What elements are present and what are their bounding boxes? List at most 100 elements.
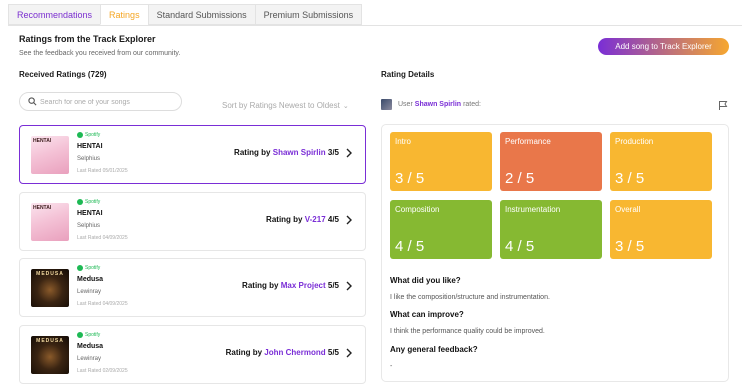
song-title: Medusa [77,343,104,350]
page-subtitle: See the feedback you received from our c… [19,50,181,57]
chevron-right-icon[interactable] [345,147,353,159]
rater-name[interactable]: Shawn Spirlin [273,148,326,157]
avatar [381,98,392,110]
artist-name: Selphius [77,156,101,162]
last-rated-date: Last Rated 04/09/2025 [77,235,128,241]
tile-score: 3 / 5 [615,170,645,187]
rater-name[interactable]: John Chermond [264,348,325,357]
score-tile-intro: Intro 3 / 5 [390,132,492,191]
tab-premium-submissions[interactable]: Premium Submissions [254,4,363,25]
rating-card[interactable]: MEDUSA Spotify Medusa Lewinray Last Rated 04… [19,258,366,317]
platform-label: Spotify [85,265,101,271]
rating-score: 5/5 [327,281,339,290]
sort-dropdown[interactable]: Sort by Ratings Newest to Oldest ⌄ [222,101,349,110]
search-input[interactable] [40,96,176,108]
rating-score: 3/5 [327,148,339,157]
question-like: What did you like? [390,276,461,285]
chevron-right-icon[interactable] [345,280,353,292]
last-rated-date: Last Rated 02/09/2025 [77,368,128,374]
answer-improve: I think the performance quality could be… [390,328,545,335]
tab-divider [8,25,742,26]
rating-summary: Rating by Max Project 5/5 [242,281,339,290]
album-art-text: HENTAI [33,138,52,144]
chevron-right-icon[interactable] [345,347,353,359]
rating-card[interactable]: MEDUSA Spotify Medusa Lewinray Last Rated 02… [19,325,366,384]
tab-standard-submissions[interactable]: Standard Submissions [147,4,256,25]
tile-label: Performance [505,137,551,146]
tile-score: 2 / 5 [505,170,535,187]
last-rated-date: Last Rated 05/01/2025 [77,168,128,174]
score-tile-composition: Composition 4 / 5 [390,200,492,259]
rating-card[interactable]: HENTAI Spotify HENTAI Selphius Last Rated 05… [19,125,366,184]
last-rated-date: Last Rated 04/09/2025 [77,301,128,307]
platform-label: Spotify [85,199,101,205]
rater-name[interactable]: Max Project [281,281,326,290]
tile-score: 4 / 5 [395,238,425,255]
rating-card[interactable]: HENTAI Spotify HENTAI Selphius Last Rated 04… [19,192,366,251]
answer-like: I like the composition/structure and ins… [390,294,550,301]
rated-by-line: User Shawn Spirlin rated: [381,98,481,110]
tile-label: Overall [615,205,641,214]
artist-name: Lewinray [77,356,102,362]
spotify-icon [77,332,83,338]
song-title: HENTAI [77,210,103,217]
search-box[interactable] [19,92,182,111]
album-art-text: MEDUSA [36,271,64,277]
rater-name[interactable]: V-217 [305,215,326,224]
tab-recommendations[interactable]: Recommendations [8,4,102,25]
rater-name[interactable]: Shawn Spirlin [415,101,461,108]
question-general: Any general feedback? [390,345,478,354]
received-ratings-title: Received Ratings (729) [19,70,107,79]
user-prefix: User [398,100,413,108]
rating-details-title: Rating Details [381,70,435,79]
tile-label: Instrumentation [505,205,561,214]
user-suffix: rated: [463,100,481,108]
album-art: HENTAI [31,203,69,241]
flag-icon[interactable] [718,100,728,110]
artist-name: Lewinray [77,289,102,295]
question-improve: What can improve? [390,310,464,319]
tile-score: 3 / 5 [615,238,645,255]
rating-summary: Rating by John Chermond 5/5 [226,348,339,357]
album-art: MEDUSA [31,336,69,374]
spotify-icon [77,199,83,205]
score-tile-performance: Performance 2 / 5 [500,132,602,191]
spotify-badge: Spotify [77,332,100,338]
spotify-icon [77,132,83,138]
platform-label: Spotify [85,132,101,138]
platform-label: Spotify [85,332,101,338]
song-title: Medusa [77,276,104,283]
page-title: Ratings from the Track Explorer [19,34,156,44]
album-art-text: MEDUSA [36,338,64,344]
rating-prefix: Rating by [225,348,263,357]
sort-label: Sort by Ratings Newest to Oldest [222,101,340,110]
rating-summary: Rating by Shawn Spirlin 3/5 [234,148,339,157]
album-art-text: HENTAI [33,205,52,211]
score-tile-instrumentation: Instrumentation 4 / 5 [500,200,602,259]
tile-score: 4 / 5 [505,238,535,255]
chevron-down-icon: ⌄ [342,103,349,110]
album-art: HENTAI [31,136,69,174]
artist-name: Selphius [77,223,101,229]
spotify-badge: Spotify [77,265,100,271]
add-song-button[interactable]: Add song to Track Explorer [598,38,729,55]
rating-score: 4/5 [327,215,339,224]
spotify-icon [77,265,83,271]
rating-prefix: Rating by [242,281,279,290]
tab-bar: Recommendations Ratings Standard Submiss… [8,4,363,25]
spotify-badge: Spotify [77,132,100,138]
score-tile-production: Production 3 / 5 [610,132,712,191]
tile-label: Intro [395,137,412,146]
tile-label: Composition [395,205,440,214]
answer-general: - [390,363,393,370]
tab-ratings[interactable]: Ratings [100,4,149,25]
score-tile-overall: Overall 3 / 5 [610,200,712,259]
song-title: HENTAI [77,143,103,150]
album-art: MEDUSA [31,269,69,307]
rating-summary: Rating by V-217 4/5 [266,215,339,224]
chevron-right-icon[interactable] [345,214,353,226]
tile-score: 3 / 5 [395,170,425,187]
rating-prefix: Rating by [234,148,271,157]
rating-prefix: Rating by [266,215,303,224]
spotify-badge: Spotify [77,199,100,205]
